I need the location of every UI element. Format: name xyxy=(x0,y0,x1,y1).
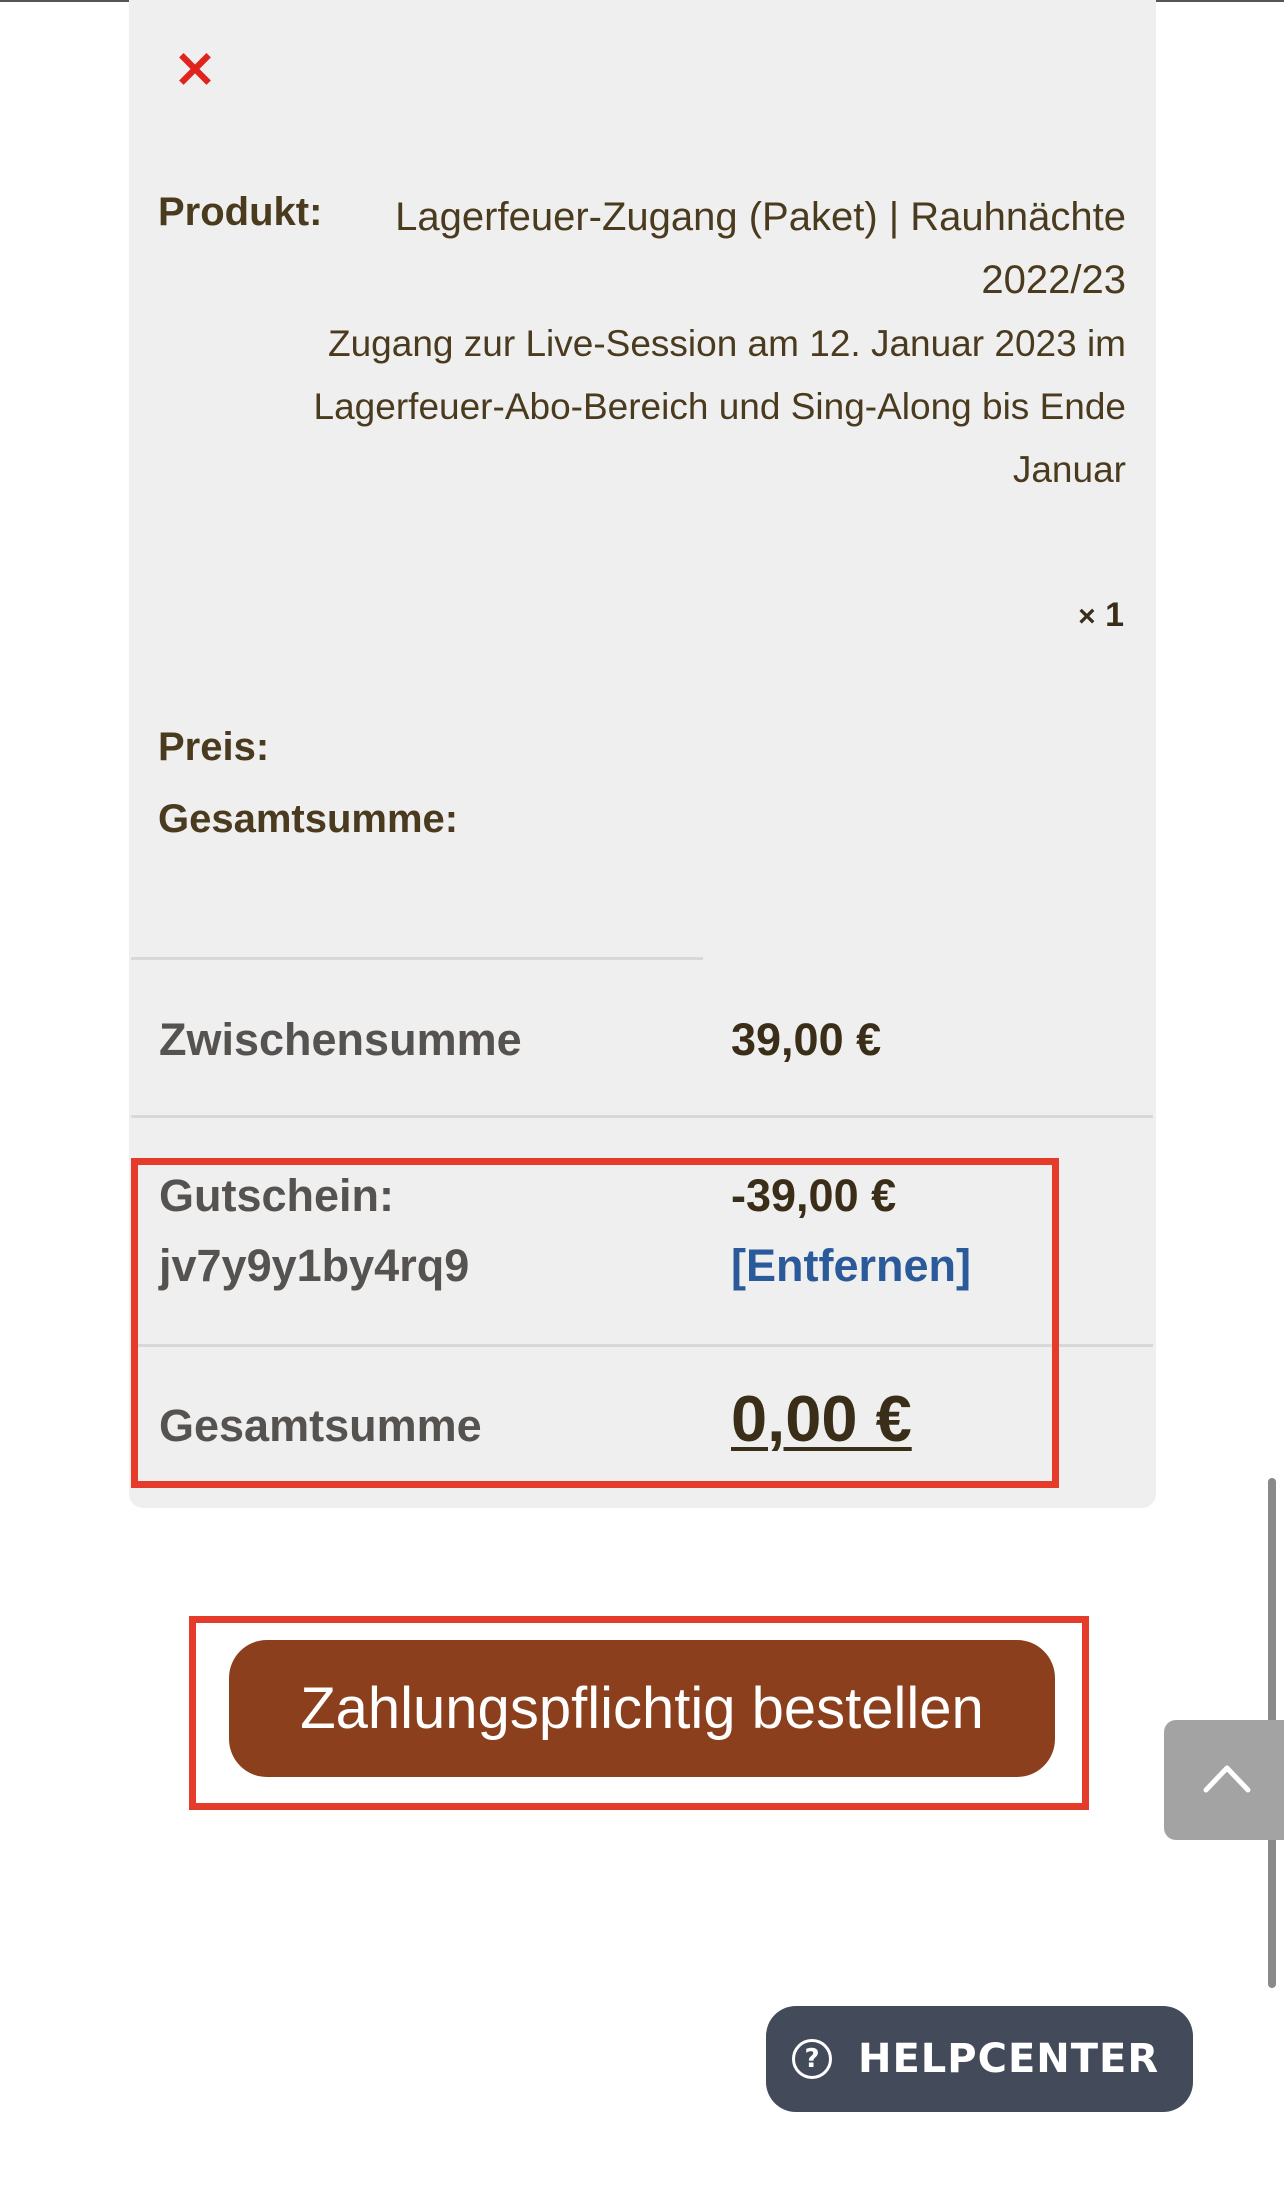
price-label: Preis: xyxy=(158,725,270,769)
divider xyxy=(131,1115,1153,1118)
helpcenter-button[interactable]: ? HELPCENTER xyxy=(766,2006,1193,2112)
divider xyxy=(131,957,703,960)
quantity: × 1 xyxy=(1078,596,1124,635)
subtotal-value: 39,00 € xyxy=(731,1014,882,1065)
product-name: Lagerfeuer-Zugang (Paket) | Rauhnächte 2… xyxy=(395,195,1126,302)
quantity-value: 1 xyxy=(1105,596,1124,634)
back-to-top-button[interactable] xyxy=(1164,1720,1284,1840)
chevron-up-icon xyxy=(1203,1765,1251,1793)
helpcenter-label: HELPCENTER xyxy=(858,2036,1160,2082)
product-label: Produkt: xyxy=(158,190,323,234)
place-order-button[interactable]: Zahlungspflichtig bestellen xyxy=(229,1640,1055,1777)
question-circle-icon: ? xyxy=(792,2039,832,2079)
item-total-label: Gesamtsumme: xyxy=(158,797,459,841)
subtotal-label: Zwischensumme xyxy=(159,1014,522,1065)
coupon-highlight-box xyxy=(131,1158,1059,1488)
quantity-prefix: × xyxy=(1078,600,1096,633)
product-description: Zugang zur Live-Session am 12. Januar 20… xyxy=(313,323,1126,490)
close-icon[interactable]: × xyxy=(170,40,220,96)
